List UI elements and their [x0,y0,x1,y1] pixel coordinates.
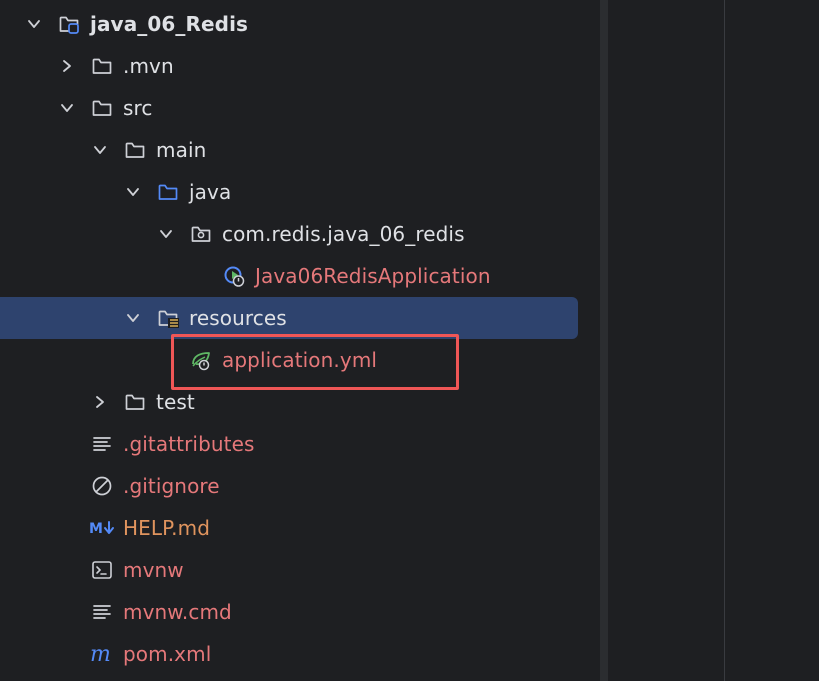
tree-item-label: resources [189,306,287,330]
shell-script-icon [91,559,113,581]
tree-item-label: HELP.md [123,516,210,540]
chevron-down-icon[interactable] [125,310,141,326]
tree-row-resources[interactable]: resources [0,297,578,339]
tree-row-test[interactable]: test [0,381,578,423]
panel-divider [600,0,608,681]
folder-icon [124,391,146,413]
tree-item-label: .mvn [123,54,174,78]
ignore-file-icon [91,475,113,497]
tree-row-mvnw-cmd[interactable]: mvnw.cmd [0,591,578,633]
folder-icon [124,139,146,161]
tree-item-label: main [156,138,207,162]
tree-row-gitignore[interactable]: .gitignore [0,465,578,507]
tree-item-label: .gitignore [123,474,220,498]
tree-row-pom-xml[interactable]: m pom.xml [0,633,578,675]
text-file-icon [91,433,113,455]
tree-item-label: test [156,390,195,414]
tree-item-label: java_06_Redis [90,12,249,36]
tree-item-label: mvnw.cmd [123,600,232,624]
tree-row-mvnw[interactable]: mvnw [0,549,578,591]
tree-item-label: pom.xml [123,642,212,666]
tree-item-label: java [189,180,232,204]
folder-icon [91,97,113,119]
tree-item-label: mvnw [123,558,184,582]
chevron-down-icon[interactable] [26,16,42,32]
project-folder-icon [58,13,80,35]
chevron-right-icon[interactable] [92,394,108,410]
package-icon [190,223,212,245]
tree-row-java[interactable]: java [0,171,578,213]
source-folder-icon [157,181,179,203]
markdown-icon: M [89,517,114,539]
tree-row-java06redisapplication[interactable]: Java06RedisApplication [0,255,578,297]
chevron-down-icon[interactable] [125,184,141,200]
tree-item-label: Java06RedisApplication [255,264,491,288]
svg-text:m: m [90,643,111,665]
tree-row-main[interactable]: main [0,129,578,171]
chevron-down-icon[interactable] [158,226,174,242]
folder-icon [91,55,113,77]
tree-row-java-06-redis[interactable]: java_06_Redis [0,3,578,45]
tree-row-mvn[interactable]: .mvn [0,45,578,87]
chevron-right-icon[interactable] [59,58,75,74]
project-tree: java_06_Redis .mvn src main java com.redis.ja… [0,0,600,681]
chevron-down-icon[interactable] [59,100,75,116]
tree-row-com-redis-java-06-redis[interactable]: com.redis.java_06_redis [0,213,578,255]
chevron-down-icon[interactable] [92,142,108,158]
text-file-icon [91,601,113,623]
spring-boot-class-icon [223,265,245,287]
editor-gutter-line [724,0,725,681]
tree-row-src[interactable]: src [0,87,578,129]
resources-folder-icon [157,307,179,329]
tree-item-label: com.redis.java_06_redis [222,222,465,246]
tree-row-help-md[interactable]: M HELP.md [0,507,578,549]
maven-icon: m [90,642,112,667]
tree-item-label: .gitattributes [123,432,255,456]
tree-item-label: src [123,96,153,120]
svg-text:M: M [89,521,103,537]
tree-row-gitattributes[interactable]: .gitattributes [0,423,578,465]
